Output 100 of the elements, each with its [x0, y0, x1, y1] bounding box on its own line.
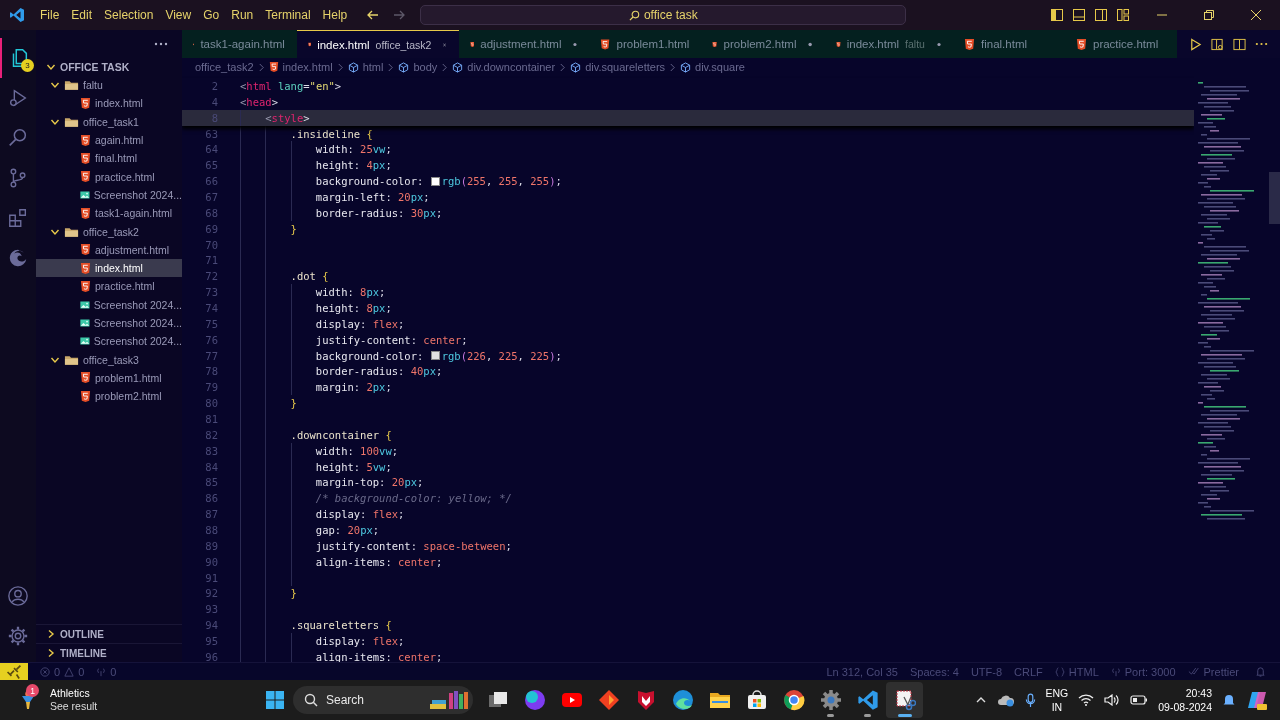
menu-item[interactable]: Run	[226, 5, 259, 25]
split-layout-icon[interactable]	[1094, 8, 1108, 22]
split-editor-icon[interactable]	[1233, 37, 1246, 51]
more-icon[interactable]	[154, 42, 168, 46]
editor-tab[interactable]: index.html faltu	[824, 30, 953, 58]
swirl-icon[interactable]	[7, 247, 29, 269]
menu-item[interactable]: View	[160, 5, 197, 25]
command-center[interactable]: office task	[420, 5, 907, 25]
tree-item[interactable]: problem2.html	[36, 387, 182, 406]
editor-tab[interactable]: index.html office_task2	[296, 30, 459, 58]
cloud-icon[interactable]	[996, 693, 1015, 707]
search-button[interactable]: Search	[293, 686, 473, 714]
breadcrumb-item[interactable]: body	[398, 61, 438, 73]
color-swatch[interactable]	[430, 351, 440, 361]
start-button-icon[interactable]	[265, 690, 285, 710]
tree-item[interactable]: practice.html	[36, 167, 182, 186]
tree-item[interactable]: index.html	[36, 258, 182, 278]
microphone-icon[interactable]	[1024, 692, 1036, 708]
battery-icon[interactable]	[1130, 695, 1149, 705]
tree-item[interactable]: Screenshot 2024...	[36, 295, 182, 314]
breadcrumb-item[interactable]: div.square	[680, 61, 745, 73]
run-debug-icon[interactable]	[7, 87, 29, 109]
layout-grid-icon[interactable]	[1116, 8, 1130, 22]
remote-icon[interactable]	[0, 662, 28, 681]
tree-item[interactable]: again.html	[36, 130, 182, 150]
tree-item[interactable]: faltu	[36, 76, 182, 95]
extensions-icon[interactable]	[7, 207, 29, 229]
tree-item[interactable]: index.html	[36, 94, 182, 113]
search-icon[interactable]	[7, 127, 29, 149]
running-indicator	[827, 714, 834, 717]
clock[interactable]: 20:43 09-08-2024	[1158, 686, 1212, 714]
tree-item[interactable]: task1-again.html	[36, 204, 182, 223]
tree-item[interactable]: problem1.html	[36, 368, 182, 388]
warning-icon	[64, 666, 75, 677]
chevron-icon[interactable]	[46, 62, 56, 72]
html-file-icon	[80, 371, 91, 385]
editor-tab[interactable]: practice.html	[1065, 30, 1177, 58]
line-number: 71	[204, 254, 219, 267]
breadcrumb-item[interactable]: office_task2	[195, 61, 254, 73]
tree-item[interactable]: office_task2	[36, 222, 182, 241]
line-number: 74	[204, 301, 219, 314]
editor-tab[interactable]: problem1.html	[589, 30, 702, 58]
image-file-icon	[80, 188, 90, 201]
sidebar-toggle-icon[interactable]	[1050, 8, 1064, 22]
color-swatch[interactable]	[430, 176, 440, 186]
language-indicator[interactable]: ENG IN	[1045, 686, 1069, 714]
menu-item[interactable]: Help	[317, 5, 353, 25]
sticky-line[interactable]: 2 <html lang="en">	[182, 78, 1194, 94]
scrollbar-thumb[interactable]	[1269, 172, 1280, 224]
tree-item[interactable]: office_task3	[36, 350, 182, 369]
sticky-line[interactable]: 4 <head>	[182, 93, 1194, 110]
menu-item[interactable]: Go	[198, 5, 225, 25]
volume-icon[interactable]	[1104, 694, 1121, 706]
code-text: rgb(226, 225, 225);	[441, 349, 562, 362]
section-title[interactable]: OFFICE TASK	[60, 61, 130, 73]
breadcrumb-item[interactable]: div.squareletters	[570, 61, 666, 73]
editor-tab[interactable]: final.html	[953, 30, 1065, 58]
forward-arrow-icon[interactable]	[392, 8, 407, 22]
tree-item[interactable]: adjustment.html	[36, 240, 182, 259]
tree-item[interactable]: Screenshot 2024...	[36, 313, 182, 333]
settings-icon[interactable]	[7, 625, 29, 647]
image-file-icon	[80, 317, 90, 329]
line-number: 75	[204, 317, 219, 330]
wifi-icon[interactable]	[1078, 694, 1095, 706]
line-number: 65	[204, 159, 219, 172]
bell-icon[interactable]	[1222, 692, 1236, 708]
editor-tab[interactable]: task1-again.html	[182, 30, 297, 58]
menu-item[interactable]: Selection	[99, 5, 159, 25]
code-line: <html lang="en">	[240, 79, 342, 92]
tree-item[interactable]: final.html	[36, 149, 182, 168]
tree-item[interactable]: Screenshot 2024...	[36, 185, 182, 205]
folder-icon	[64, 353, 79, 366]
menu-item[interactable]: Terminal	[260, 5, 316, 25]
code-line: .insideline {	[290, 127, 373, 140]
chevron-icon	[441, 62, 449, 72]
breadcrumb-item[interactable]: index.html	[268, 61, 333, 73]
editor-tab[interactable]: adjustment.html	[458, 30, 590, 58]
code-line: /* background-color: yellow; */	[315, 492, 512, 505]
tree-item[interactable]: Screenshot 2024...	[36, 332, 182, 351]
news-widget[interactable]: 1 Athletics See result	[0, 687, 240, 713]
breadcrumb-item[interactable]: html	[347, 61, 384, 73]
editor-tab[interactable]: problem2.html	[701, 30, 825, 58]
tree-item[interactable]: office_task1	[36, 112, 182, 131]
line-number: 89	[204, 539, 219, 552]
preview-icon[interactable]	[1211, 37, 1224, 51]
taskbar-app[interactable]	[886, 682, 923, 718]
more-icon[interactable]	[1255, 42, 1268, 46]
account-icon[interactable]	[7, 585, 29, 607]
code-text: background-color:	[315, 175, 425, 188]
widget-subtitle: See result	[50, 700, 98, 713]
menu-item[interactable]: File	[35, 5, 65, 25]
panel-toggle-icon[interactable]	[1072, 8, 1086, 22]
source-control-icon[interactable]	[7, 167, 29, 189]
menu-item[interactable]: Edit	[66, 5, 98, 25]
run-icon[interactable]	[1189, 37, 1202, 51]
breadcrumb-item[interactable]: div.downcontainer	[452, 61, 556, 73]
books-icon	[429, 689, 469, 711]
tree-item[interactable]: practice.html	[36, 277, 182, 296]
back-arrow-icon[interactable]	[366, 8, 381, 22]
folder-icon	[64, 115, 79, 128]
